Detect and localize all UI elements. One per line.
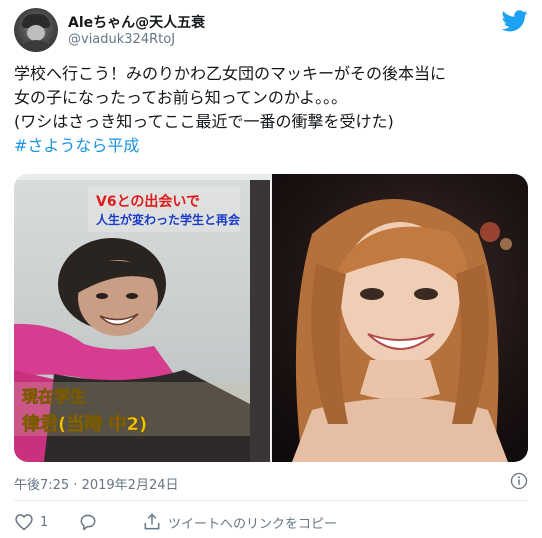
like-button[interactable]: 1 bbox=[14, 510, 48, 534]
left-caption-bottom-1: 現在学生 bbox=[22, 387, 86, 406]
author-name[interactable]: Aleちゃん@天人五衰 bbox=[68, 12, 205, 32]
tweet-timestamp[interactable]: 午後7:25 · 2019年2月24日 bbox=[14, 474, 179, 493]
heart-icon bbox=[15, 514, 33, 531]
twitter-bird-icon[interactable] bbox=[502, 10, 528, 32]
photo-right-illustration bbox=[292, 199, 512, 462]
author-handle[interactable]: @viaduk324RtoJ bbox=[68, 32, 175, 47]
media-grid: V6との出会いで 人生が変わった学生と再会 現在学生 律君(当時 中2) bbox=[14, 174, 528, 462]
share-upload-icon bbox=[144, 513, 160, 530]
like-count: 1 bbox=[40, 514, 49, 530]
tweet-text: 学校へ行こう！みのりかわ乙女団のマッキーがその後本当に 女の子になったってお前ら… bbox=[14, 62, 528, 158]
avatar-face bbox=[27, 25, 45, 41]
copy-link-label: ツイートへのリンクをコピー bbox=[168, 516, 338, 532]
reply-bubble-icon bbox=[80, 514, 96, 531]
left-caption-top-1: V6との出会いで bbox=[96, 193, 200, 210]
tweet-text-line-1: 学校へ行こう！みのりかわ乙女団のマッキーがその後本当に bbox=[14, 64, 447, 83]
left-caption-bottom-2: 律君(当時 中2) bbox=[22, 413, 147, 435]
tweet-header: Aleちゃん@天人五衰 @viaduk324RtoJ bbox=[14, 6, 530, 54]
photo-left-illustration: V6との出会いで 人生が変わった学生と再会 現在学生 律君(当時 中2) bbox=[14, 174, 270, 462]
tweet-actions: 1 ツイートへのリンクをコピー bbox=[14, 510, 528, 534]
divider bbox=[14, 500, 528, 501]
tweet-text-line-3: (ワシはさっき知ってここ最近で一番の衝撃を受けた) bbox=[14, 112, 394, 131]
left-caption-top-2: 人生が変わった学生と再会 bbox=[96, 212, 241, 227]
copy-link-button[interactable]: ツイートへのリンクをコピー bbox=[142, 510, 337, 534]
reply-button[interactable] bbox=[78, 510, 98, 534]
info-icon[interactable] bbox=[510, 472, 528, 490]
avatar-shoulders bbox=[18, 40, 54, 52]
avatar[interactable] bbox=[14, 8, 58, 52]
hashtag-link[interactable]: #さようなら平成 bbox=[14, 134, 528, 158]
photo-left[interactable]: V6との出会いで 人生が変わった学生と再会 現在学生 律君(当時 中2) bbox=[14, 174, 270, 462]
photo-right[interactable] bbox=[272, 174, 528, 462]
tweet-text-line-2: 女の子になったってお前ら知ってンのかよ。。。 bbox=[14, 88, 348, 107]
